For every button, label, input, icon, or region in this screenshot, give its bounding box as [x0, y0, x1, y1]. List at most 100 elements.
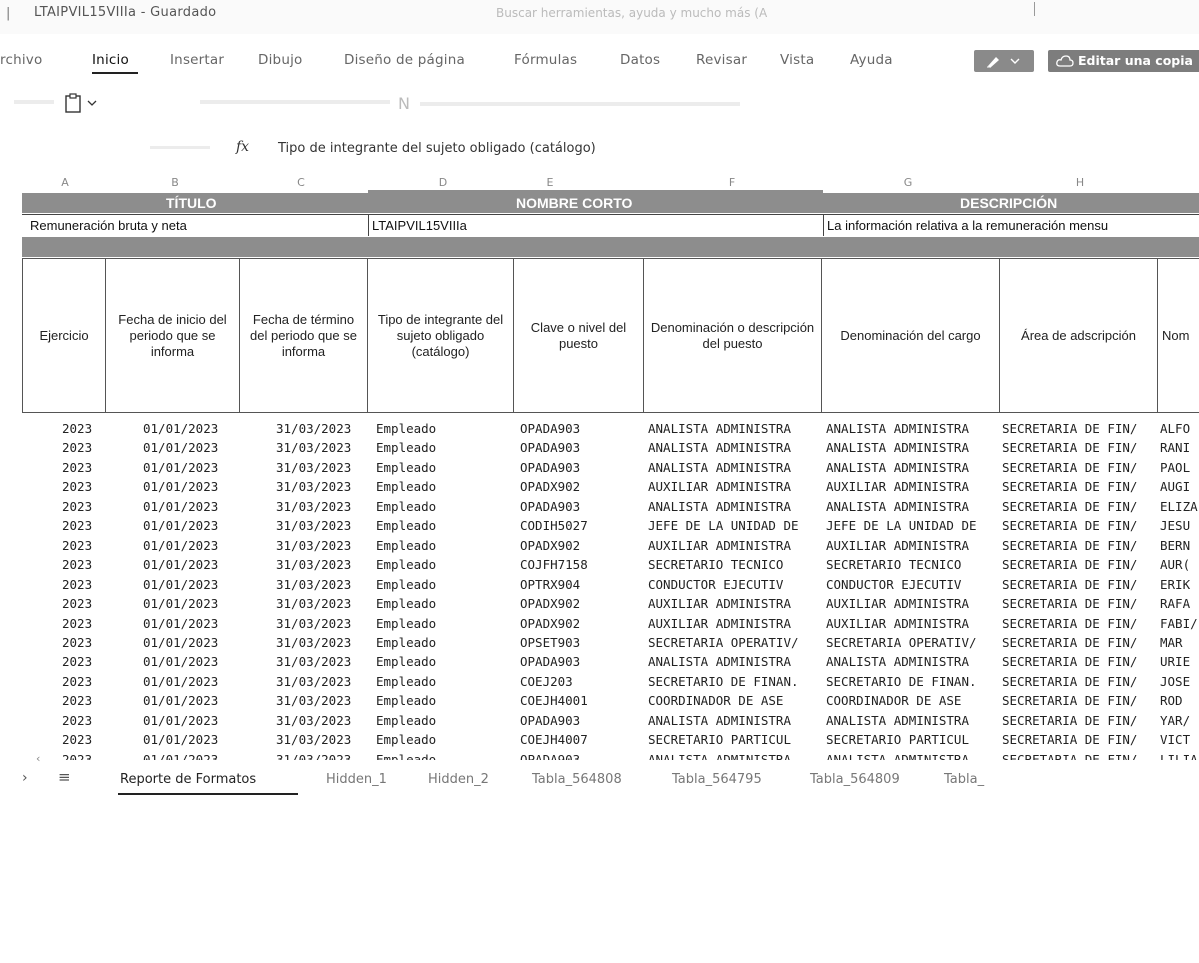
tab-dibujo[interactable]: Dibujo	[258, 52, 302, 68]
cell-area[interactable]: SECRETARIA DE FIN/	[1002, 654, 1158, 669]
cell-fecha-termino[interactable]: 31/03/2023	[276, 557, 372, 572]
sheet-tab-564809[interactable]: Tabla_564809	[810, 772, 900, 787]
cell-area[interactable]: SECRETARIA DE FIN/	[1002, 674, 1158, 689]
cell-cargo[interactable]: ANALISTA ADMINISTRA	[826, 421, 1000, 436]
column-header-h[interactable]: H	[1055, 176, 1105, 190]
tab-insertar[interactable]: Insertar	[170, 52, 224, 68]
cell-tipo-integrante[interactable]: Empleado	[376, 460, 512, 475]
cell-area[interactable]: SECRETARIA DE FIN/	[1002, 693, 1158, 708]
cell-ejercicio[interactable]: 2023	[62, 460, 106, 475]
cell-fecha-termino[interactable]: 31/03/2023	[276, 635, 372, 650]
cell-denominacion-puesto[interactable]: AUXILIAR ADMINISTRA	[648, 479, 822, 494]
cell-clave[interactable]: COEJH4007	[520, 732, 642, 747]
cell-fecha-inicio[interactable]: 01/01/2023	[143, 440, 239, 455]
cell-area[interactable]: SECRETARIA DE FIN/	[1002, 596, 1158, 611]
cell-cargo[interactable]: SECRETARIO PARTICUL	[826, 732, 1000, 747]
tab-revisar[interactable]: Revisar	[696, 52, 747, 68]
cell-clave[interactable]: OPADA903	[520, 713, 642, 728]
cell-fecha-termino[interactable]: 31/03/2023	[276, 654, 372, 669]
cell-nombre[interactable]: URIE	[1160, 654, 1199, 669]
cell-clave[interactable]: OPADA903	[520, 460, 642, 475]
cell-fecha-inicio[interactable]: 01/01/2023	[143, 460, 239, 475]
cell-fecha-inicio[interactable]: 01/01/2023	[143, 654, 239, 669]
cell-denominacion-puesto[interactable]: AUXILIAR ADMINISTRA	[648, 616, 822, 631]
column-header-d[interactable]: D	[418, 176, 468, 190]
cell-cargo[interactable]: ANALISTA ADMINISTRA	[826, 499, 1000, 514]
function-icon[interactable]: fx	[236, 139, 249, 155]
column-header-b[interactable]: B	[150, 176, 200, 190]
cell-tipo-integrante[interactable]: Empleado	[376, 421, 512, 436]
editing-mode-button[interactable]	[974, 50, 1034, 72]
cell-tipo-integrante[interactable]: Empleado	[376, 616, 512, 631]
cell-fecha-termino[interactable]: 31/03/2023	[276, 713, 372, 728]
cell-ejercicio[interactable]: 2023	[62, 499, 106, 514]
cell-ejercicio[interactable]: 2023	[62, 732, 106, 747]
cell-nombre[interactable]: JOSE	[1160, 674, 1199, 689]
cell-area[interactable]: SECRETARIA DE FIN/	[1002, 499, 1158, 514]
cell-fecha-inicio[interactable]: 01/01/2023	[143, 499, 239, 514]
cell-tipo-integrante[interactable]: Empleado	[376, 713, 512, 728]
cell-area[interactable]: SECRETARIA DE FIN/	[1002, 518, 1158, 533]
column-header-f[interactable]: F	[707, 176, 757, 190]
tab-diseno-pagina[interactable]: Diseño de página	[344, 52, 465, 68]
cell-fecha-inicio[interactable]: 01/01/2023	[143, 596, 239, 611]
paste-chevron-icon[interactable]	[87, 100, 97, 107]
cell-fecha-inicio[interactable]: 01/01/2023	[143, 752, 239, 760]
cell-fecha-termino[interactable]: 31/03/2023	[276, 732, 372, 747]
cell-fecha-termino[interactable]: 31/03/2023	[276, 538, 372, 553]
cell-ejercicio[interactable]: 2023	[62, 421, 106, 436]
cell-clave[interactable]: OPADA903	[520, 654, 642, 669]
cell-fecha-termino[interactable]: 31/03/2023	[276, 421, 372, 436]
document-title[interactable]: LTAIPVIL15VIIIa - Guardado	[34, 5, 216, 20]
cell-tipo-integrante[interactable]: Empleado	[376, 654, 512, 669]
cell-ejercicio[interactable]: 2023	[62, 752, 106, 760]
cell-nombre[interactable]: AUR(	[1160, 557, 1199, 572]
cell-tipo-integrante[interactable]: Empleado	[376, 693, 512, 708]
all-sheets-menu-icon[interactable]: ≡	[58, 768, 71, 786]
cell-nombre[interactable]: BERN	[1160, 538, 1199, 553]
tab-archivo[interactable]: rchivo	[0, 52, 42, 68]
cell-clave[interactable]: OPADA903	[520, 752, 642, 760]
cell-area[interactable]: SECRETARIA DE FIN/	[1002, 460, 1158, 475]
header-fecha-inicio[interactable]: Fecha de inicio del periodo que se infor…	[106, 258, 240, 413]
cell-cargo[interactable]: AUXILIAR ADMINISTRA	[826, 596, 1000, 611]
cell-nombre[interactable]: ELIZA	[1160, 499, 1199, 514]
cell-ejercicio[interactable]: 2023	[62, 616, 106, 631]
cell-nombre[interactable]: RAFA	[1160, 596, 1199, 611]
cell-fecha-inicio[interactable]: 01/01/2023	[143, 557, 239, 572]
cell-cargo[interactable]: ANALISTA ADMINISTRA	[826, 440, 1000, 455]
cell-clave[interactable]: OPADA903	[520, 421, 642, 436]
cell-fecha-inicio[interactable]: 01/01/2023	[143, 518, 239, 533]
cell-ejercicio[interactable]: 2023	[62, 518, 106, 533]
cell-ejercicio[interactable]: 2023	[62, 557, 106, 572]
cell-fecha-termino[interactable]: 31/03/2023	[276, 440, 372, 455]
cell-fecha-termino[interactable]: 31/03/2023	[276, 616, 372, 631]
cell-nombre[interactable]: ERIK	[1160, 577, 1199, 592]
cell-fecha-inicio[interactable]: 01/01/2023	[143, 479, 239, 494]
cell-fecha-termino[interactable]: 31/03/2023	[276, 460, 372, 475]
paste-icon[interactable]	[64, 93, 82, 113]
cell-denominacion-puesto[interactable]: ANALISTA ADMINISTRA	[648, 713, 822, 728]
cell-area[interactable]: SECRETARIA DE FIN/	[1002, 752, 1158, 760]
cell-nombre[interactable]: PAOL	[1160, 460, 1199, 475]
cell-cargo[interactable]: ANALISTA ADMINISTRA	[826, 460, 1000, 475]
cell-clave[interactable]: CODIH5027	[520, 518, 642, 533]
cell-fecha-termino[interactable]: 31/03/2023	[276, 596, 372, 611]
nombre-corto-value-cell[interactable]: LTAIPVIL15VIIIa	[372, 218, 820, 233]
cell-ejercicio[interactable]: 2023	[62, 654, 106, 669]
column-header-g[interactable]: G	[883, 176, 933, 190]
header-denominacion-puesto[interactable]: Denominación o descripción del puesto	[644, 258, 822, 413]
cell-cargo[interactable]: AUXILIAR ADMINISTRA	[826, 616, 1000, 631]
cell-denominacion-puesto[interactable]: COORDINADOR DE ASE	[648, 693, 822, 708]
cell-clave[interactable]: OPADA903	[520, 499, 642, 514]
cell-clave[interactable]: OPADA903	[520, 440, 642, 455]
cell-cargo[interactable]: JEFE DE LA UNIDAD DE	[826, 518, 1000, 533]
cell-nombre[interactable]: ALFO	[1160, 421, 1199, 436]
edit-copy-button[interactable]: Editar una copia	[1048, 50, 1199, 72]
cell-cargo[interactable]: SECRETARIO TECNICO	[826, 557, 1000, 572]
sheet-tab-more[interactable]: Tabla_	[944, 772, 984, 787]
cell-denominacion-puesto[interactable]: SECRETARIA OPERATIV/	[648, 635, 822, 650]
cell-denominacion-puesto[interactable]: SECRETARIO DE FINAN.	[648, 674, 822, 689]
cell-cargo[interactable]: ANALISTA ADMINISTRA	[826, 752, 1000, 760]
cell-fecha-inicio[interactable]: 01/01/2023	[143, 538, 239, 553]
